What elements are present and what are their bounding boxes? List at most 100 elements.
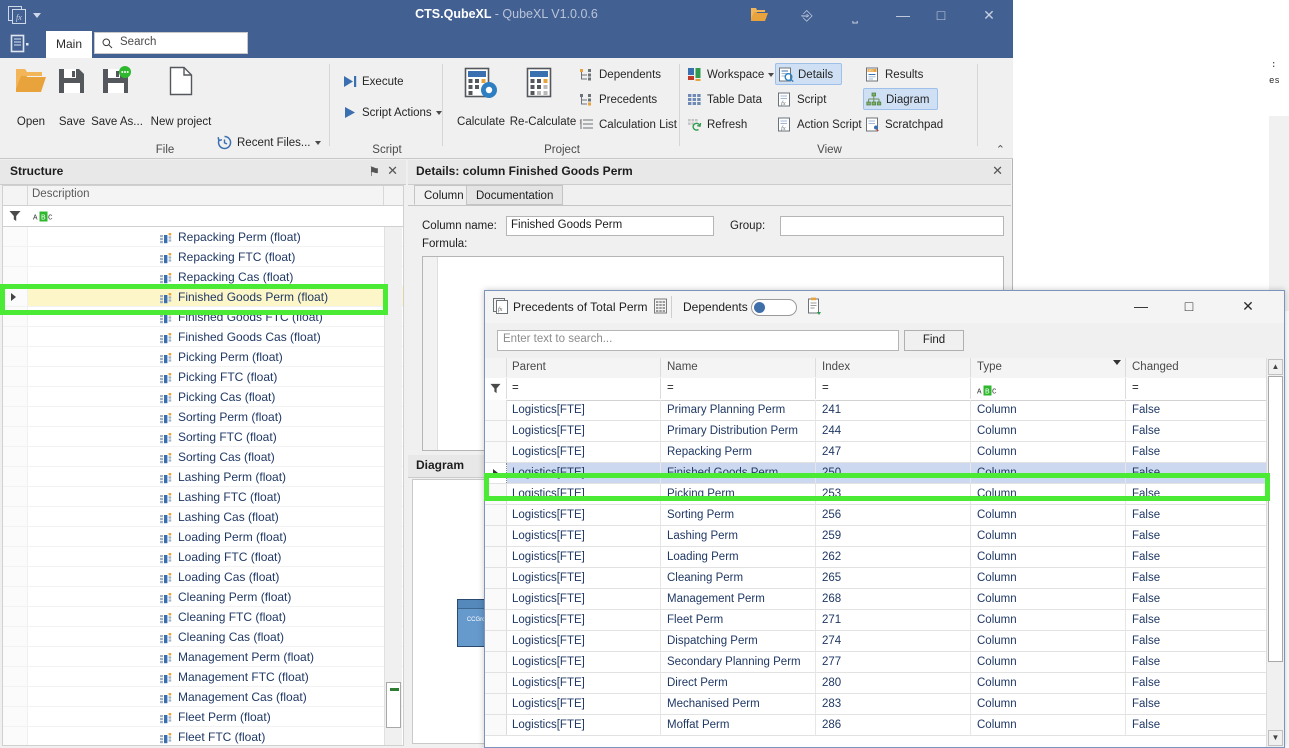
table-row[interactable]: Logistics[FTE]Primary Distribution Perm2… xyxy=(485,421,1267,442)
precedents-button[interactable]: Precedents xyxy=(577,89,657,111)
column-header-parent[interactable]: Parent xyxy=(506,358,661,377)
search-input[interactable]: Search xyxy=(94,32,248,54)
script-actions-button[interactable]: Script Actions xyxy=(340,102,442,124)
structure-tree-row[interactable]: Finished Goods FTC (float) xyxy=(3,307,403,327)
structure-tree-row[interactable]: Loading Cas (float) xyxy=(3,567,403,587)
structure-tree-row[interactable]: Picking Cas (float) xyxy=(3,387,403,407)
structure-tree-row[interactable]: Fleet Perm (float) xyxy=(3,707,403,727)
tab-documentation[interactable]: Documentation xyxy=(466,185,563,205)
structure-tree-row[interactable]: Lashing FTC (float) xyxy=(3,487,403,507)
filter-mode-abc-icon[interactable]: A B C xyxy=(33,211,55,225)
structure-tree-row[interactable]: Cleaning FTC (float) xyxy=(3,607,403,627)
structure-tree-row[interactable]: Loading Perm (float) xyxy=(3,527,403,547)
column-header-type[interactable]: Type xyxy=(971,358,1126,377)
results-button[interactable]: abc Results xyxy=(863,64,923,86)
scroll-down-icon[interactable] xyxy=(385,729,402,746)
column-header-index[interactable]: Index xyxy=(816,358,971,377)
column-filter-changed[interactable]: = xyxy=(1126,378,1267,399)
structure-tree-row[interactable]: Loading FTC (float) xyxy=(3,547,403,567)
precedents-grid-scrollbar[interactable]: ▲ ▼ xyxy=(1266,358,1284,747)
table-data-button[interactable]: Table Data xyxy=(685,89,762,111)
scroll-up-icon[interactable]: ▲ xyxy=(1268,359,1283,375)
scroll-up-icon[interactable] xyxy=(385,227,402,244)
table-row[interactable]: Logistics[FTE]Repacking Perm247ColumnFal… xyxy=(485,442,1267,463)
structure-tree-row[interactable]: Sorting FTC (float) xyxy=(3,427,403,447)
table-row[interactable]: Logistics[FTE]Fleet Perm271ColumnFalse xyxy=(485,610,1267,631)
structure-tree-row[interactable]: Finished Goods Cas (float) xyxy=(3,327,403,347)
tab-column[interactable]: Column xyxy=(414,185,474,205)
column-header-changed[interactable]: Changed xyxy=(1126,358,1267,377)
titlebar-open-button[interactable] xyxy=(735,0,783,30)
table-row[interactable]: Logistics[FTE]Cleaning Perm265ColumnFals… xyxy=(485,568,1267,589)
structure-tree-row[interactable]: Fleet FTC (float) xyxy=(3,727,403,746)
titlebar-maximize-button[interactable]: □ xyxy=(917,0,965,30)
expand-arrow-icon[interactable] xyxy=(11,293,16,301)
scratchpad-button[interactable]: Scratchpad xyxy=(863,114,943,136)
column-name-input[interactable]: Finished Goods Perm xyxy=(506,216,714,236)
structure-tree-row[interactable]: Repacking Cas (float) xyxy=(3,267,403,287)
column-filter-index[interactable]: = xyxy=(816,378,971,399)
column-filter-name[interactable]: = xyxy=(661,378,816,399)
calculation-list-button[interactable]: 1 Calculation List xyxy=(577,114,677,136)
table-row[interactable]: Logistics[FTE]Picking Perm253ColumnFalse xyxy=(485,484,1267,505)
pin-icon[interactable]: ⚑ xyxy=(368,164,380,180)
table-row[interactable]: Logistics[FTE]Direct Perm280ColumnFalse xyxy=(485,673,1267,694)
recalculate-button[interactable]: Re-Calculate xyxy=(512,64,574,128)
structure-filter-row[interactable]: A B C xyxy=(2,206,404,227)
table-row[interactable]: Logistics[FTE]Dispatching Perm274ColumnF… xyxy=(485,631,1267,652)
script-view-button[interactable]: fx Script xyxy=(775,89,826,111)
close-icon[interactable]: ✕ xyxy=(992,163,1003,179)
calculate-button[interactable]: Calculate xyxy=(452,64,510,128)
structure-tree-row[interactable]: Management Perm (float) xyxy=(3,647,403,667)
dialog-search-input[interactable]: Enter text to search... xyxy=(497,330,899,351)
precedents-filter-row[interactable]: ===ABC= xyxy=(485,378,1284,401)
structure-scrollbar[interactable] xyxy=(384,227,402,746)
expand-arrow-icon[interactable] xyxy=(493,469,498,477)
structure-tree-row[interactable]: Cleaning Cas (float) xyxy=(3,627,403,647)
structure-tree-row[interactable]: Picking Perm (float) xyxy=(3,347,403,367)
column-header-name[interactable]: Name xyxy=(661,358,816,377)
refresh-button[interactable]: Refresh xyxy=(685,114,747,136)
dependents-toggle[interactable] xyxy=(751,299,797,316)
scroll-down-icon[interactable]: ▼ xyxy=(1268,730,1283,746)
structure-tree-row[interactable]: Management FTC (float) xyxy=(3,667,403,687)
titlebar-close-button[interactable]: ✕ xyxy=(965,0,1013,30)
structure-tree-row[interactable]: Management Cas (float) xyxy=(3,687,403,707)
save-as-button[interactable]: Save As... xyxy=(90,64,144,128)
titlebar-help-button[interactable]: ⎆ xyxy=(783,0,831,30)
table-row[interactable]: Logistics[FTE]Loading Perm262ColumnFalse xyxy=(485,547,1267,568)
structure-tree-row[interactable]: Repacking Perm (float) xyxy=(3,227,403,247)
clipboard-icon[interactable] xyxy=(807,297,823,318)
diagram-button[interactable]: Diagram xyxy=(863,88,938,110)
structure-tree-row[interactable]: Repacking FTC (float) xyxy=(3,247,403,267)
table-row[interactable]: Logistics[FTE]Primary Planning Perm241Co… xyxy=(485,400,1267,421)
titlebar-pin-button[interactable]: ⎵ xyxy=(831,0,879,30)
column-filter-type[interactable]: ABC xyxy=(971,378,1126,399)
filter-funnel-cell[interactable] xyxy=(485,378,507,399)
app-menu-icon[interactable] xyxy=(10,34,32,54)
table-row[interactable]: Logistics[FTE]Lashing Perm259ColumnFalse xyxy=(485,526,1267,547)
structure-tree-row[interactable]: Sorting Perm (float) xyxy=(3,407,403,427)
structure-column-description[interactable]: Description xyxy=(32,188,90,200)
structure-tree-row[interactable]: Finished Goods Perm (float) xyxy=(3,287,403,307)
table-row[interactable]: Logistics[FTE]Moffat Perm286ColumnFalse xyxy=(485,715,1267,736)
structure-tree-row[interactable]: Picking FTC (float) xyxy=(3,367,403,387)
table-row[interactable]: Logistics[FTE]Sorting Perm256ColumnFalse xyxy=(485,505,1267,526)
structure-tree-row[interactable]: Sorting Cas (float) xyxy=(3,447,403,467)
dialog-minimize-button[interactable]: — xyxy=(1118,291,1164,322)
execute-button[interactable]: Execute xyxy=(340,71,404,93)
structure-tree-row[interactable]: Lashing Perm (float) xyxy=(3,467,403,487)
action-script-button[interactable]: fx Action Script xyxy=(775,114,862,136)
table-row[interactable]: Logistics[FTE]Secondary Planning Perm277… xyxy=(485,652,1267,673)
details-button[interactable]: Details xyxy=(775,63,842,85)
scrollbar-thumb[interactable] xyxy=(1268,376,1283,662)
structure-tree-row[interactable]: Lashing Cas (float) xyxy=(3,507,403,527)
close-icon[interactable]: ✕ xyxy=(387,163,398,179)
table-row[interactable]: Logistics[FTE]Mechanised Perm283ColumnFa… xyxy=(485,694,1267,715)
tab-main[interactable]: Main xyxy=(46,31,92,58)
new-project-button[interactable]: New project xyxy=(150,64,212,128)
grid-icon[interactable] xyxy=(653,298,668,317)
precedents-grid[interactable]: ParentNameIndexTypeChanged ===ABC= Logis… xyxy=(485,358,1284,747)
find-button[interactable]: Find xyxy=(904,330,964,351)
dependents-button[interactable]: Dependents xyxy=(577,64,661,86)
